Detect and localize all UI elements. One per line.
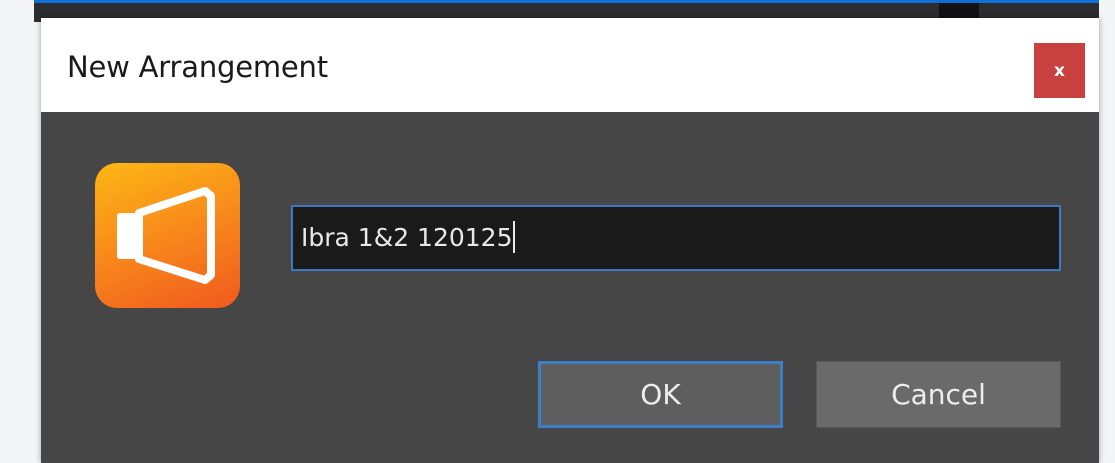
cancel-button[interactable]: Cancel (816, 361, 1061, 428)
text-caret (513, 221, 516, 253)
arrangement-name-value: Ibra 1&2 120125 (301, 223, 513, 252)
dialog-title: New Arrangement (67, 50, 328, 84)
dialog-title-bar[interactable]: New Arrangement x (41, 18, 1099, 112)
new-arrangement-dialog: New Arrangement x Ibra 1&2 120125 OK Can… (41, 18, 1099, 463)
close-icon: x (1054, 60, 1065, 81)
speaker-arrangement-icon (95, 163, 240, 308)
arrangement-name-input[interactable]: Ibra 1&2 120125 (291, 205, 1061, 271)
close-button[interactable]: x (1034, 43, 1085, 98)
ok-button[interactable]: OK (538, 361, 783, 428)
